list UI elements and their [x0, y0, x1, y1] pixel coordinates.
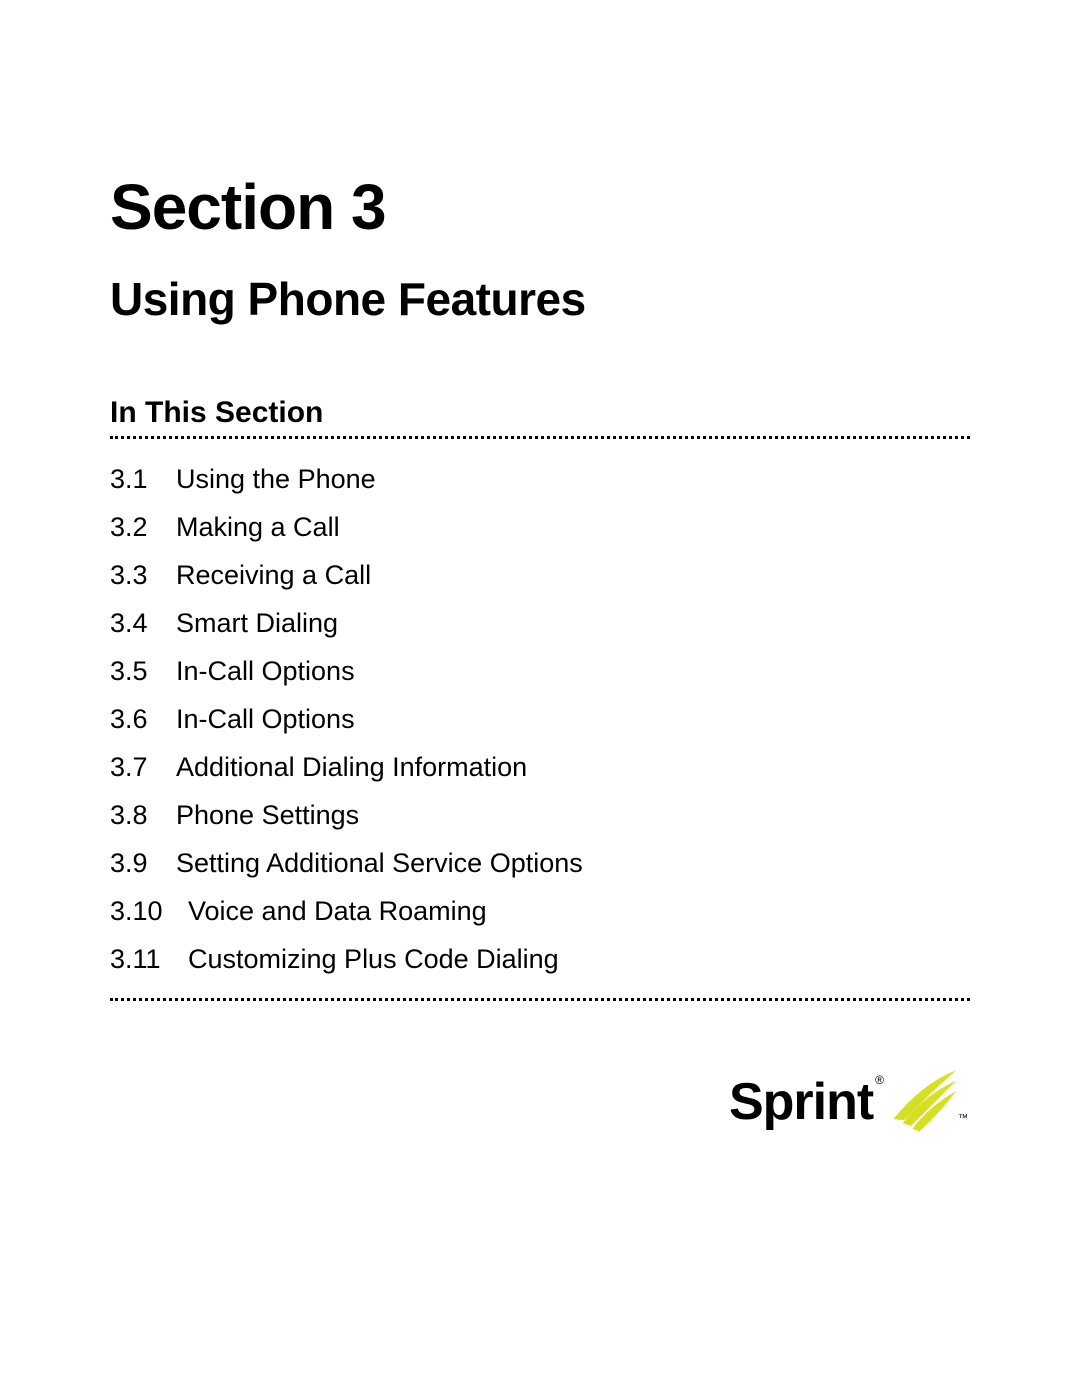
toc-number: 3.10 [110, 887, 188, 935]
toc-number: 3.9 [110, 839, 176, 887]
toc-item: 3.8 Phone Settings [110, 791, 970, 839]
toc-title: Smart Dialing [176, 599, 338, 647]
toc-item: 3.5 In-Call Options [110, 647, 970, 695]
toc-title: In-Call Options [176, 647, 355, 695]
section-title: Using Phone Features [110, 272, 970, 326]
toc-number: 3.4 [110, 599, 176, 647]
toc-title: Setting Additional Service Options [176, 839, 583, 887]
brand-logo: Sprint ® ™ [670, 1058, 970, 1138]
toc-number: 3.8 [110, 791, 176, 839]
toc-number: 3.7 [110, 743, 176, 791]
toc-item: 3.10 Voice and Data Roaming [110, 887, 970, 935]
toc-number: 3.6 [110, 695, 176, 743]
toc-heading: In This Section [110, 396, 970, 430]
toc-title: Making a Call [176, 503, 340, 551]
toc-title: Phone Settings [176, 791, 359, 839]
toc-list: 3.1 Using the Phone 3.2 Making a Call 3.… [110, 455, 970, 984]
divider-top [110, 436, 970, 439]
toc-title: Voice and Data Roaming [188, 887, 487, 935]
toc-number: 3.1 [110, 455, 176, 503]
toc-item: 3.2 Making a Call [110, 503, 970, 551]
toc-number: 3.5 [110, 647, 176, 695]
toc-number: 3.2 [110, 503, 176, 551]
trademark-mark: ™ [958, 1113, 968, 1124]
document-page: Section 3 Using Phone Features In This S… [0, 0, 1080, 1397]
toc-item: 3.4 Smart Dialing [110, 599, 970, 647]
divider-bottom [110, 998, 970, 1001]
toc-number: 3.11 [110, 935, 188, 983]
section-label: Section 3 [110, 170, 970, 244]
registered-mark: ® [875, 1073, 884, 1087]
toc-title: Additional Dialing Information [176, 743, 527, 791]
toc-title: Customizing Plus Code Dialing [188, 935, 559, 983]
toc-item: 3.1 Using the Phone [110, 455, 970, 503]
toc-item: 3.7 Additional Dialing Information [110, 743, 970, 791]
toc-item: 3.3 Receiving a Call [110, 551, 970, 599]
toc-item: 3.6 In-Call Options [110, 695, 970, 743]
toc-title: Receiving a Call [176, 551, 371, 599]
toc-item: 3.9 Setting Additional Service Options [110, 839, 970, 887]
toc-title: In-Call Options [176, 695, 355, 743]
toc-item: 3.11 Customizing Plus Code Dialing [110, 935, 970, 983]
toc-title: Using the Phone [176, 455, 376, 503]
sprint-wing-icon [890, 1063, 960, 1133]
toc-number: 3.3 [110, 551, 176, 599]
brand-name: Sprint [729, 1072, 873, 1132]
